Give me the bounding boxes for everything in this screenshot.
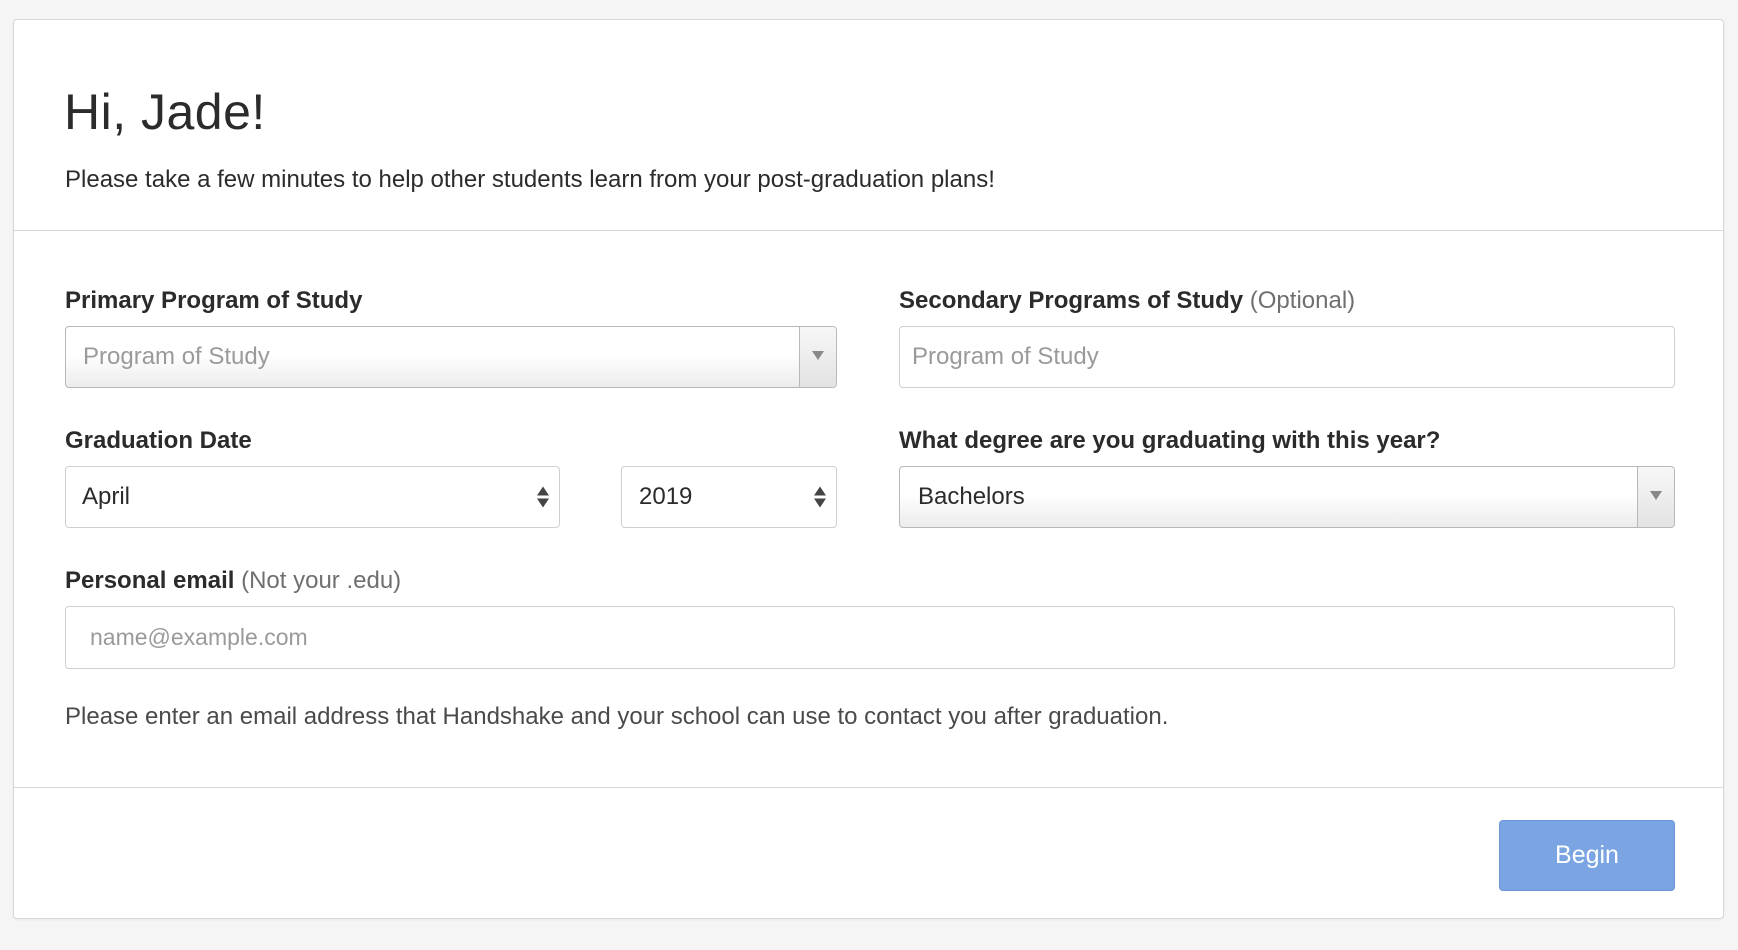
begin-button[interactable]: Begin [1499, 820, 1675, 891]
graduation-month-value: April [82, 483, 131, 510]
updown-stepper-icon [814, 486, 826, 508]
primary-program-label-text: Primary Program of Study [65, 287, 363, 314]
degree-select[interactable]: Bachelors [899, 466, 1675, 528]
chevron-down-icon [812, 350, 824, 360]
updown-stepper-icon [537, 486, 549, 508]
survey-card: Hi, Jade! Please take a few minutes to h… [13, 19, 1724, 919]
primary-program-placeholder: Program of Study [83, 343, 270, 370]
personal-email-label-text: Personal email [65, 567, 235, 594]
graduation-month-select[interactable]: April [65, 466, 560, 528]
chevron-down-icon [1650, 490, 1662, 500]
secondary-programs-label-text: Secondary Programs of Study [899, 287, 1244, 314]
secondary-programs-optional-note: (Optional) [1249, 287, 1356, 314]
primary-program-select[interactable]: Program of Study [65, 326, 837, 388]
degree-value: Bachelors [918, 483, 1025, 510]
graduation-year-select[interactable]: 2019 [621, 466, 837, 528]
personal-email-help-text: Please enter an email address that Hands… [65, 703, 1169, 730]
secondary-programs-input[interactable]: Program of Study [899, 326, 1675, 388]
personal-email-note: (Not your .edu) [241, 567, 402, 594]
degree-label-text: What degree are you graduating with this… [899, 427, 1441, 454]
graduation-date-label: Graduation Date [65, 427, 252, 455]
personal-email-placeholder: name@example.com [90, 624, 308, 650]
degree-label: What degree are you graduating with this… [899, 427, 1440, 455]
secondary-programs-label: Secondary Programs of Study (Optional) [899, 287, 1355, 315]
greeting-title: Hi, Jade! [64, 84, 266, 140]
personal-email-label: Personal email (Not your .edu) [65, 567, 401, 595]
personal-email-input[interactable]: name@example.com [65, 606, 1675, 669]
intro-text: Please take a few minutes to help other … [65, 166, 995, 193]
primary-program-dropdown-toggle[interactable] [799, 327, 836, 387]
secondary-programs-placeholder: Program of Study [912, 343, 1099, 370]
card-header: Hi, Jade! Please take a few minutes to h… [14, 20, 1723, 231]
primary-program-label: Primary Program of Study [65, 287, 362, 315]
graduation-date-label-text: Graduation Date [65, 427, 252, 454]
footer-divider [14, 787, 1723, 788]
degree-dropdown-toggle[interactable] [1637, 467, 1674, 527]
graduation-year-value: 2019 [639, 483, 693, 510]
